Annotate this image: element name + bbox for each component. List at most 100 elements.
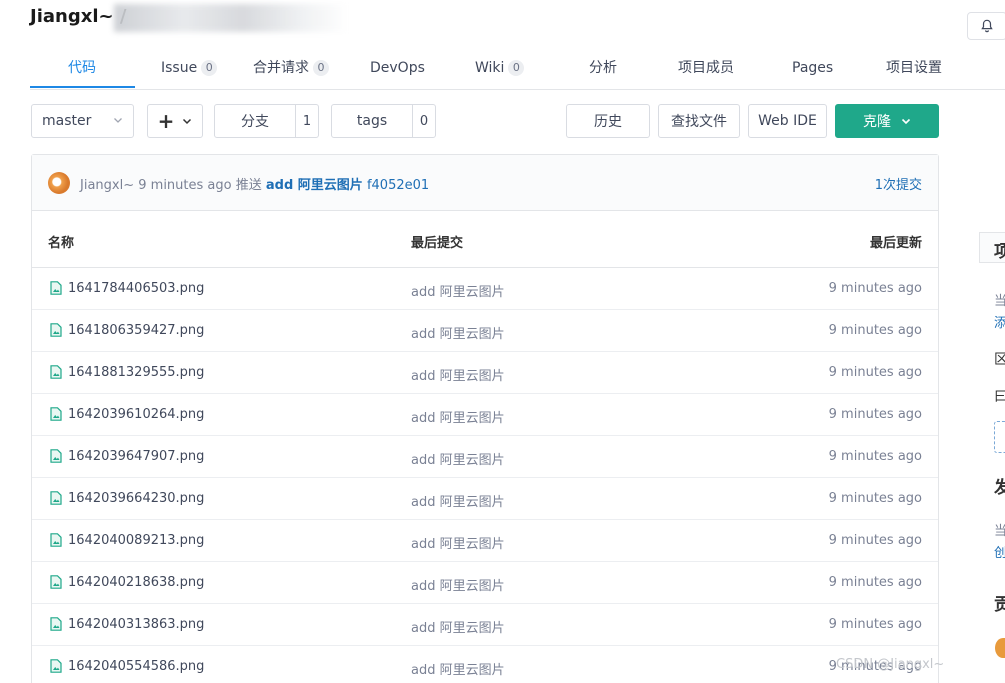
tags-button[interactable]: tags 0 xyxy=(331,104,436,138)
file-name-link[interactable]: 1642039664230.png xyxy=(68,491,204,506)
commit-time: 9 minutes ago xyxy=(138,178,232,193)
file-commit-message[interactable]: add 阿里云图片 xyxy=(411,449,505,468)
file-updated-time: 9 minutes ago xyxy=(828,449,922,464)
commit-message-link[interactable]: add 阿里云图片 xyxy=(266,178,363,193)
plus-icon: + xyxy=(157,109,175,133)
column-header-name: 名称 xyxy=(48,236,75,251)
file-updated-time: 9 minutes ago xyxy=(828,491,922,506)
issue-count-badge: 0 xyxy=(201,60,218,76)
sidebar-contributors-title: 贡 xyxy=(994,595,1005,615)
image-file-icon xyxy=(50,281,62,295)
tags-count: 0 xyxy=(412,105,435,137)
table-row[interactable]: 1642039647907.png add 阿里云图片 9 minutes ago xyxy=(32,436,938,478)
tab-merge-requests[interactable]: 合并请求 0 xyxy=(253,48,329,89)
table-row[interactable]: 1642040218638.png add 阿里云图片 9 minutes ago xyxy=(32,562,938,604)
repo-tabs: 代码 Issue 0 合并请求 0 DevOps Wiki 0 分析 项目成员 Pag… xyxy=(30,48,1005,90)
file-commit-message[interactable]: add 阿里云图片 xyxy=(411,407,505,426)
file-name-link[interactable]: 1641784406503.png xyxy=(68,281,204,296)
commit-action: 推送 xyxy=(235,178,262,193)
sidebar-add-box[interactable] xyxy=(994,421,1005,453)
tab-members[interactable]: 项目成员 xyxy=(678,48,734,89)
web-ide-button[interactable]: Web IDE xyxy=(748,104,827,138)
image-file-icon xyxy=(50,533,62,547)
image-file-icon xyxy=(50,575,62,589)
image-file-icon xyxy=(50,659,62,673)
file-updated-time: 9 minutes ago xyxy=(828,617,922,632)
file-updated-time: 9 minutes ago xyxy=(828,575,922,590)
merge-request-count-badge: 0 xyxy=(313,60,329,76)
tab-issue[interactable]: Issue 0 xyxy=(161,48,218,89)
wiki-count-badge: 0 xyxy=(508,60,525,76)
avatar[interactable] xyxy=(48,172,70,194)
file-updated-time: 9 minutes ago xyxy=(828,323,922,338)
tab-settings[interactable]: 项目设置 xyxy=(886,48,942,89)
table-row[interactable]: 1641784406503.png add 阿里云图片 9 minutes ago xyxy=(32,268,938,310)
branch-select[interactable]: master xyxy=(31,104,134,138)
file-name-link[interactable]: 1642039610264.png xyxy=(68,407,204,422)
file-commit-message[interactable]: add 阿里云图片 xyxy=(411,491,505,510)
file-updated-time: 9 minutes ago xyxy=(828,533,922,548)
file-commit-message[interactable]: add 阿里云图片 xyxy=(411,365,505,384)
file-commit-message[interactable]: add 阿里云图片 xyxy=(411,323,505,342)
clone-label: 克隆 xyxy=(863,114,891,130)
tab-code[interactable]: 代码 xyxy=(68,48,96,89)
repo-page: Jiangxl~ / 代码 Issue 0 合并请求 0 DevOps Wiki 0 … xyxy=(0,0,1005,683)
file-name-link[interactable]: 1642040554586.png xyxy=(68,659,204,674)
image-file-icon xyxy=(50,365,62,379)
table-row[interactable]: 1642039664230.png add 阿里云图片 9 minutes ago xyxy=(32,478,938,520)
avatar[interactable] xyxy=(995,638,1005,658)
table-row[interactable]: 1642040313863.png add 阿里云图片 9 minutes ago xyxy=(32,604,938,646)
notification-button[interactable] xyxy=(967,12,1005,40)
sidebar-about-title: 项 xyxy=(994,242,1005,262)
table-row[interactable]: 1642039610264.png add 阿里云图片 9 minutes ago xyxy=(32,394,938,436)
table-row[interactable]: 1641806359427.png add 阿里云图片 9 minutes ago xyxy=(32,310,938,352)
file-name-link[interactable]: 1642039647907.png xyxy=(68,449,204,464)
file-name-link[interactable]: 1642040313863.png xyxy=(68,617,204,632)
image-file-icon xyxy=(50,323,62,337)
clone-button[interactable]: 克隆 xyxy=(835,104,939,138)
branches-button[interactable]: 分支 1 xyxy=(214,104,319,138)
commit-count-link[interactable]: 1次提交 xyxy=(875,174,922,193)
commit-sha-link[interactable]: f4052e01 xyxy=(367,178,429,193)
file-name-link[interactable]: 1642040089213.png xyxy=(68,533,204,548)
active-tab-indicator xyxy=(30,86,135,88)
image-file-icon xyxy=(50,491,62,505)
repo-title[interactable]: Jiangxl~ / xyxy=(30,6,126,27)
file-commit-message[interactable]: add 阿里云图片 xyxy=(411,575,505,594)
tab-analytics[interactable]: 分析 xyxy=(589,48,617,89)
history-button[interactable]: 历史 xyxy=(566,104,650,138)
file-list-panel: Jiangxl~ 9 minutes ago 推送 add 阿里云图片 f405… xyxy=(31,154,939,683)
add-button[interactable]: + xyxy=(147,104,203,138)
file-name-link[interactable]: 1642040218638.png xyxy=(68,575,204,590)
chevron-down-icon xyxy=(901,118,911,125)
sidebar-text: 当 xyxy=(994,524,1005,539)
branches-count: 1 xyxy=(295,105,318,137)
commit-author[interactable]: Jiangxl~ xyxy=(80,178,134,193)
file-commit-message[interactable]: add 阿里云图片 xyxy=(411,533,505,552)
tab-devops[interactable]: DevOps xyxy=(370,48,425,89)
tab-pages[interactable]: Pages xyxy=(792,48,833,89)
tab-wiki[interactable]: Wiki 0 xyxy=(475,48,525,89)
table-row[interactable]: 1641881329555.png add 阿里云图片 9 minutes ago xyxy=(32,352,938,394)
sidebar-link[interactable]: 创 xyxy=(994,542,1005,561)
file-name-link[interactable]: 1641806359427.png xyxy=(68,323,204,338)
file-commit-message[interactable]: add 阿里云图片 xyxy=(411,617,505,636)
table-row[interactable]: 1642040554586.png add 阿里云图片 9 minutes ago xyxy=(32,646,938,683)
chevron-down-icon xyxy=(183,118,192,125)
image-file-icon xyxy=(50,449,62,463)
watermark: CSDN @Jiangxl~ xyxy=(836,657,945,672)
sidebar-link[interactable]: 添 xyxy=(994,312,1005,331)
sidebar-releases-title: 发 xyxy=(994,478,1005,498)
column-header-last-update: 最后更新 xyxy=(869,236,922,251)
find-file-button[interactable]: 查找文件 xyxy=(658,104,740,138)
file-name-link[interactable]: 1641881329555.png xyxy=(68,365,204,380)
chevron-down-icon xyxy=(114,118,122,123)
table-row[interactable]: 1642040089213.png add 阿里云图片 9 minutes ago xyxy=(32,520,938,562)
latest-commit-info: Jiangxl~ 9 minutes ago 推送 add 阿里云图片 f405… xyxy=(80,174,429,193)
file-commit-message[interactable]: add 阿里云图片 xyxy=(411,281,505,300)
file-updated-time: 9 minutes ago xyxy=(828,365,922,380)
bell-icon xyxy=(981,19,993,33)
file-commit-message[interactable]: add 阿里云图片 xyxy=(411,659,505,678)
redacted-region xyxy=(114,4,348,32)
image-file-icon xyxy=(50,407,62,421)
